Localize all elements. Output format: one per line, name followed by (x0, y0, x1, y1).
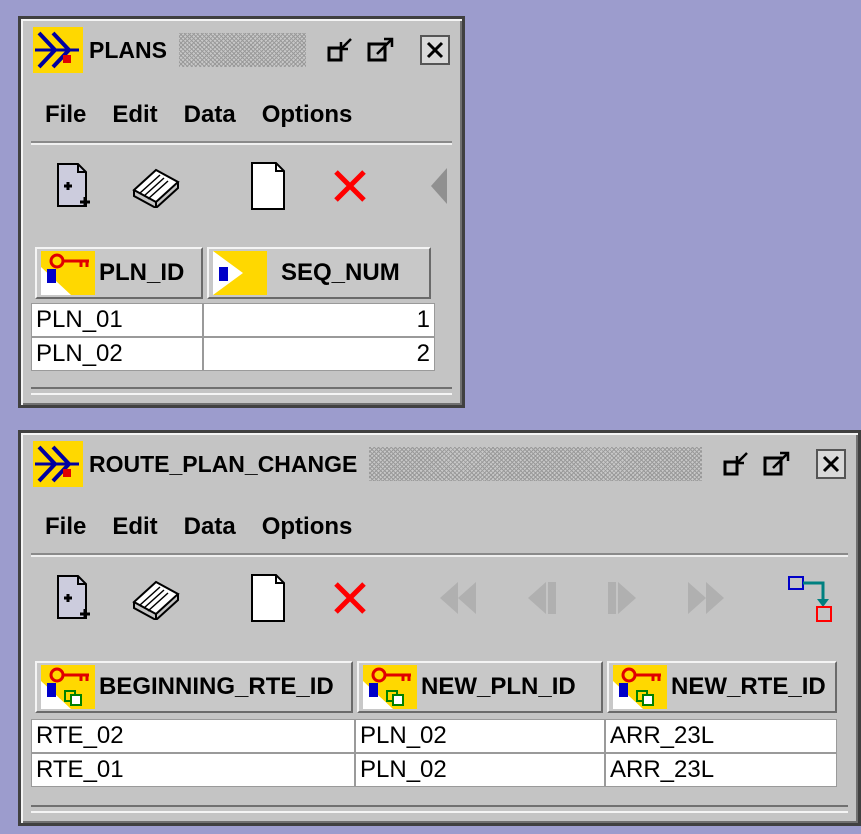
column-label: BEGINNING_RTE_ID (99, 673, 334, 700)
titlebar-grip[interactable] (369, 447, 702, 481)
app-logo-icon (33, 27, 83, 73)
plans-toolbar (31, 143, 452, 229)
delete-x-icon[interactable] (323, 159, 377, 213)
maximize-icon[interactable] (760, 447, 794, 481)
maximize-icon[interactable] (364, 33, 398, 67)
column-header[interactable]: BEGINNING_RTE_ID (35, 661, 353, 713)
route-plan-change-table: BEGINNING_RTE_ID NEW_PLN_ID NEW_RTE_ID R… (31, 661, 837, 801)
save-eraser-icon[interactable] (129, 571, 183, 625)
table-cell[interactable]: RTE_02 (31, 719, 355, 753)
blank-page-icon[interactable] (241, 571, 295, 625)
column-label: NEW_PLN_ID (421, 673, 576, 700)
column-header[interactable]: NEW_RTE_ID (607, 661, 837, 713)
blank-page-icon[interactable] (241, 159, 295, 213)
table-cell[interactable]: PLN_02 (31, 337, 203, 371)
window-bottom-edge (31, 387, 452, 395)
plans-window: PLANS File Edit Data Options PLN_ID SEQ_… (18, 16, 465, 408)
close-icon[interactable] (816, 449, 846, 479)
plans-menubar: File Edit Data Options (31, 89, 452, 143)
route-plan-change-menubar: File Edit Data Options (31, 501, 848, 555)
table-cell[interactable]: PLN_02 (355, 719, 605, 753)
column-label: SEQ_NUM (281, 259, 400, 286)
menu-edit[interactable]: Edit (112, 101, 157, 129)
column-header[interactable]: PLN_ID (35, 247, 203, 299)
new-record-icon[interactable] (47, 571, 101, 625)
minimize-icon[interactable] (324, 33, 358, 67)
column-label: NEW_RTE_ID (671, 673, 826, 700)
table-cell[interactable]: ARR_23L (605, 753, 837, 787)
table-cell[interactable]: 2 (203, 337, 435, 371)
minimize-icon[interactable] (720, 447, 754, 481)
window-title: PLANS (89, 36, 167, 63)
column-header[interactable]: SEQ_NUM (207, 247, 431, 299)
app-logo-icon (33, 441, 83, 487)
column-label: PLN_ID (99, 259, 185, 286)
table-cell[interactable]: ARR_23L (605, 719, 837, 753)
foreign-key-icon (613, 665, 667, 709)
relationship-icon[interactable] (783, 571, 837, 625)
menu-data[interactable]: Data (184, 513, 236, 541)
scroll-left-arrow-icon[interactable] (427, 159, 451, 213)
menu-file[interactable]: File (45, 101, 86, 129)
menu-options[interactable]: Options (262, 101, 353, 129)
delete-x-icon[interactable] (323, 571, 377, 625)
plans-titlebar[interactable]: PLANS (33, 25, 450, 75)
route-plan-change-window: ROUTE_PLAN_CHANGE File Edit Data Options (18, 430, 861, 826)
foreign-key-icon (363, 665, 417, 709)
next-record-icon[interactable] (595, 571, 649, 625)
foreign-key-icon (41, 665, 95, 709)
last-record-icon[interactable] (679, 571, 733, 625)
menu-options[interactable]: Options (262, 513, 353, 541)
save-eraser-icon[interactable] (129, 159, 183, 213)
menu-edit[interactable]: Edit (112, 513, 157, 541)
table-cell[interactable]: 1 (203, 303, 435, 337)
table-cell[interactable]: PLN_01 (31, 303, 203, 337)
column-header[interactable]: NEW_PLN_ID (357, 661, 603, 713)
column-icon (213, 251, 267, 295)
menu-data[interactable]: Data (184, 101, 236, 129)
window-title: ROUTE_PLAN_CHANGE (89, 450, 358, 477)
table-cell[interactable]: RTE_01 (31, 753, 355, 787)
new-record-icon[interactable] (47, 159, 101, 213)
window-bottom-edge (31, 805, 848, 813)
primary-key-icon (41, 251, 95, 295)
route-plan-change-toolbar (31, 555, 848, 641)
first-record-icon[interactable] (431, 571, 485, 625)
close-icon[interactable] (420, 35, 450, 65)
menu-file[interactable]: File (45, 513, 86, 541)
plans-table: PLN_ID SEQ_NUM PLN_01 1 PLN_02 2 (31, 247, 435, 385)
previous-record-icon[interactable] (515, 571, 569, 625)
table-cell[interactable]: PLN_02 (355, 753, 605, 787)
route-plan-change-titlebar[interactable]: ROUTE_PLAN_CHANGE (33, 439, 846, 489)
titlebar-grip[interactable] (178, 33, 306, 67)
